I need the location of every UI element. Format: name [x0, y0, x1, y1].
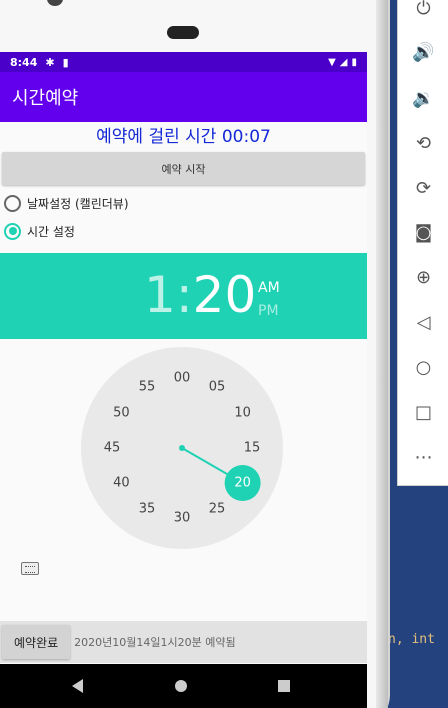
minute-dial[interactable]: 00 05 10 15 20 25 30 35 40 45 50 55	[81, 347, 283, 549]
nav-home-icon[interactable]	[175, 680, 187, 692]
radio-time-indicator[interactable]	[4, 222, 21, 240]
time-separator: :	[175, 266, 193, 324]
reservation-result-text: 2020년10월14일1시20분 예약됨	[74, 636, 236, 649]
time-display: 1:20	[144, 265, 256, 325]
dial-number-30[interactable]: 30	[169, 511, 195, 526]
power-icon[interactable]: ⏻	[398, 0, 448, 26]
elapsed-time-label: 예약에 걸린 시간 00:07	[96, 127, 271, 147]
battery-icon: ▮	[351, 56, 357, 68]
nav-recent-icon[interactable]	[278, 680, 290, 692]
hour-value[interactable]: 1	[144, 266, 176, 324]
radio-date-indicator[interactable]	[4, 194, 21, 212]
editor-code-snippet: n, int	[388, 632, 435, 647]
dial-number-10[interactable]: 10	[230, 406, 256, 421]
earpiece-speaker	[167, 26, 199, 39]
phone-edge	[376, 0, 388, 708]
back-icon[interactable]: ◁	[398, 304, 448, 340]
dial-number-50[interactable]: 50	[108, 406, 134, 421]
am-toggle[interactable]: AM	[258, 280, 280, 296]
navigation-bar	[0, 664, 367, 708]
sd-card-icon: ▮	[62, 55, 69, 69]
device-screen: 8:44 ✱ ▮ ▼ ◢ ▮ 시간예약 예약에 걸린 시간 00:07 예약 시…	[0, 52, 367, 708]
dial-number-45[interactable]: 45	[99, 441, 125, 456]
radio-date-label: 날짜설정 (캘린더뷰)	[27, 196, 129, 211]
rotate-right-icon[interactable]: ⟳	[398, 170, 448, 206]
dial-number-20[interactable]: 20	[230, 476, 256, 491]
nav-back-icon[interactable]	[72, 679, 83, 693]
app-bar: 시간예약	[0, 72, 367, 122]
zoom-icon[interactable]: ⊕	[398, 259, 448, 295]
more-icon[interactable]: ⋯	[398, 439, 448, 475]
dial-number-35[interactable]: 35	[134, 501, 160, 516]
camera-icon[interactable]: ◙	[398, 214, 448, 250]
radio-date-setting[interactable]: 날짜설정 (캘린더뷰)	[0, 189, 367, 217]
radio-time-label: 시간 설정	[27, 224, 75, 239]
start-reservation-button[interactable]: 예약 시작	[2, 152, 365, 185]
rotate-left-icon[interactable]: ⟲	[398, 125, 448, 161]
dial-number-00[interactable]: 00	[169, 371, 195, 386]
wifi-icon: ▼	[328, 56, 336, 68]
volume-down-icon[interactable]: 🔉	[398, 80, 448, 116]
overview-icon[interactable]: □	[398, 394, 448, 430]
dial-number-40[interactable]: 40	[108, 476, 134, 491]
emulator-toolbar: ⏻ 🔊 🔉 ⟲ ⟳ ◙ ⊕ ◁ ○ □ ⋯	[397, 0, 448, 486]
dial-number-05[interactable]: 05	[204, 380, 230, 395]
dial-number-15[interactable]: 15	[239, 441, 265, 456]
radio-time-setting[interactable]: 시간 설정	[0, 217, 367, 245]
status-bar: 8:44 ✱ ▮ ▼ ◢ ▮	[0, 52, 367, 72]
volume-up-icon[interactable]: 🔊	[398, 34, 448, 70]
settings-icon: ✱	[45, 55, 55, 69]
dial-number-55[interactable]: 55	[134, 380, 160, 395]
dial-number-25[interactable]: 25	[204, 501, 230, 516]
pm-toggle[interactable]: PM	[258, 303, 279, 319]
app-title: 시간예약	[12, 88, 79, 109]
home-icon[interactable]: ○	[398, 349, 448, 385]
keyboard-icon[interactable]	[21, 562, 39, 575]
signal-icon: ◢	[339, 56, 348, 68]
reservation-done-button[interactable]: 예약완료	[2, 625, 71, 659]
minute-value[interactable]: 20	[193, 266, 257, 324]
dial-center	[179, 445, 185, 451]
status-time: 8:44	[10, 55, 38, 69]
bottom-bar: 예약완료 2020년10월14일1시20분 예약됨	[0, 621, 367, 663]
time-picker-header: 1:20 AM PM	[0, 253, 367, 339]
